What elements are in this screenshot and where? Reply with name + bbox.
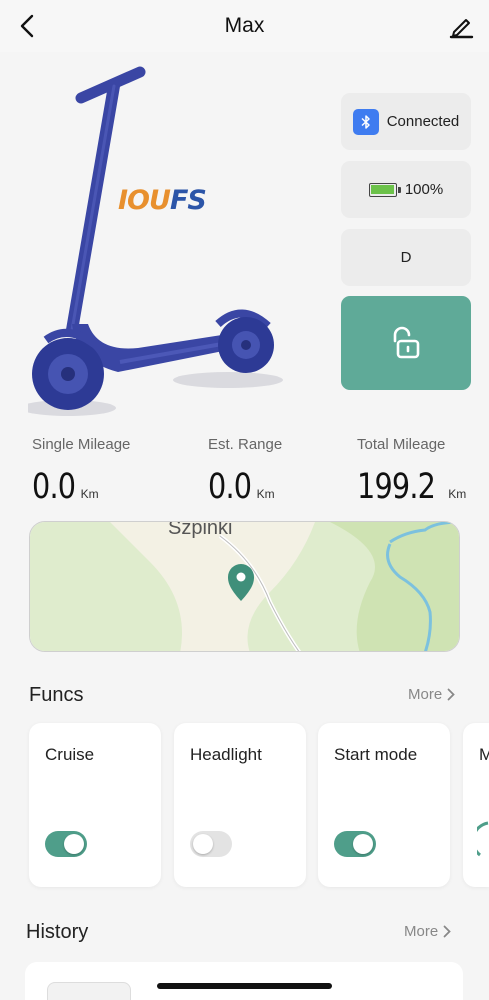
location-map[interactable]: Szpinki	[29, 521, 460, 652]
page-title: Max	[224, 14, 265, 37]
gear-status[interactable]: D	[341, 229, 471, 286]
func-label: M	[479, 745, 489, 764]
unlocked-padlock-icon	[393, 326, 420, 359]
history-thumbnail	[47, 982, 131, 1000]
headlight-toggle[interactable]	[190, 831, 232, 857]
stat-unit: Km	[80, 487, 99, 501]
func-card-partial[interactable]: M	[463, 723, 489, 887]
chevron-right-icon	[447, 688, 455, 701]
stat-est-range: Est. Range 0.0 Km	[208, 436, 282, 507]
map-place-label: Szpinki	[168, 522, 232, 539]
stat-unit: Km	[448, 487, 467, 501]
func-label: Start mode	[334, 745, 418, 764]
map-canvas: Szpinki	[30, 522, 459, 651]
func-label: Headlight	[190, 745, 262, 764]
gauge-arc-icon	[477, 821, 489, 857]
stat-single-mileage: Single Mileage 0.0 Km	[32, 436, 130, 507]
history-item[interactable]	[25, 962, 463, 1000]
chevron-right-icon	[443, 925, 451, 938]
stat-value: 199.2	[357, 467, 436, 507]
history-section-title: History	[26, 921, 89, 943]
history-more-link[interactable]: More	[404, 923, 451, 940]
stat-value: 0.0	[208, 467, 252, 507]
func-card-cruise: Cruise	[29, 723, 161, 887]
pencil-icon	[449, 19, 474, 39]
func-card-start-mode: Start mode	[318, 723, 450, 887]
battery-status: 100%	[341, 161, 471, 218]
bluetooth-icon	[352, 108, 379, 135]
connection-status[interactable]: Connected	[341, 93, 471, 150]
func-card-headlight: Headlight	[174, 723, 306, 887]
top-bar: Max	[0, 0, 489, 52]
stat-label: Total Mileage	[357, 436, 446, 453]
battery-level-fill	[371, 185, 395, 194]
stat-total-mileage: Total Mileage 199.2 Km	[357, 436, 466, 507]
cruise-toggle[interactable]	[45, 831, 87, 857]
battery-icon	[368, 182, 401, 197]
scooter-image	[28, 66, 283, 416]
funcs-more-link[interactable]: More	[408, 686, 455, 703]
gear-label: D	[400, 249, 412, 266]
home-indicator	[157, 983, 332, 989]
battery-percent: 100%	[404, 181, 444, 198]
stat-unit: Km	[256, 487, 275, 501]
brand-logo: IOUFS	[118, 185, 207, 216]
stat-value: 0.0	[32, 467, 76, 507]
start-mode-toggle[interactable]	[334, 831, 376, 857]
more-label: More	[408, 686, 443, 703]
stat-label: Est. Range	[208, 436, 283, 453]
lock-toggle-button[interactable]	[341, 296, 471, 390]
more-label: More	[404, 923, 439, 940]
stat-label: Single Mileage	[32, 436, 131, 453]
connection-label: Connected	[386, 113, 460, 130]
func-label: Cruise	[45, 745, 95, 764]
funcs-section-title: Funcs	[29, 684, 84, 706]
edit-button[interactable]	[447, 12, 475, 40]
